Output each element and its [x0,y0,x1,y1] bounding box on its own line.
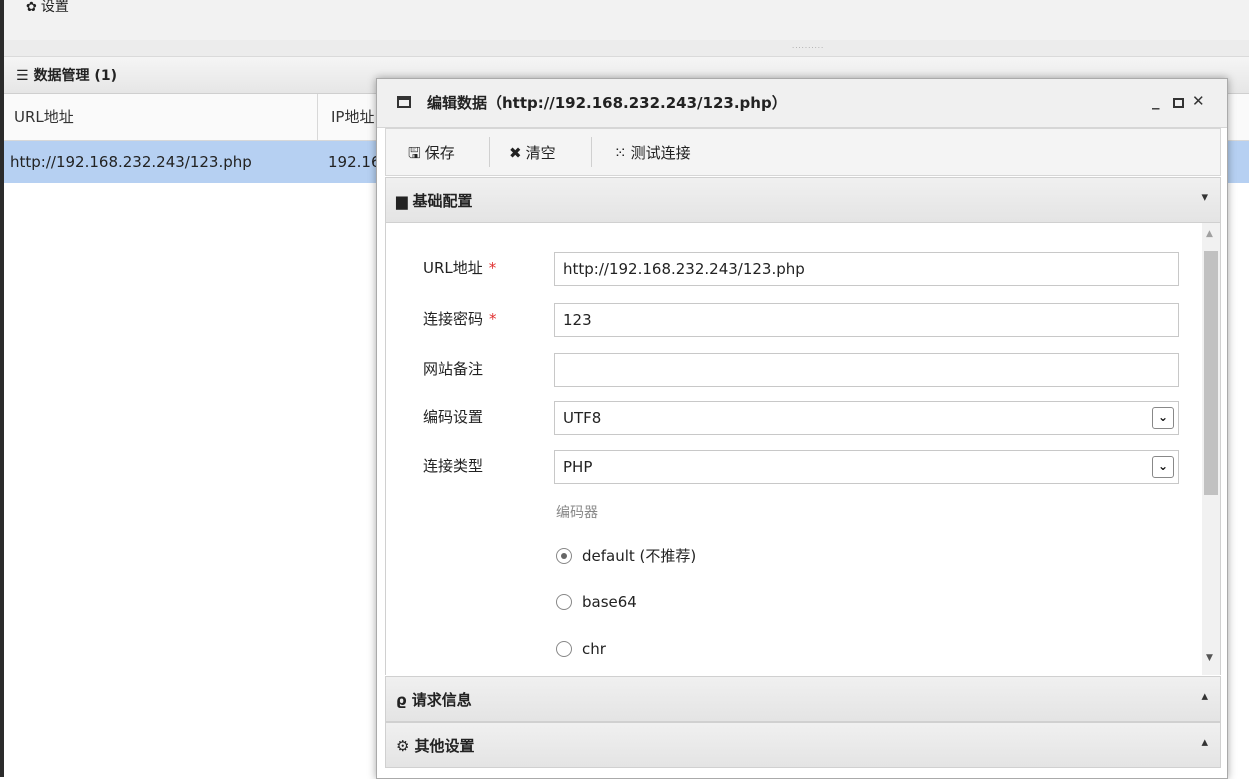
minimize-button[interactable]: _ [1152,92,1160,110]
section-basic-config[interactable]: ▆ 基础配置 ▾ [385,177,1221,223]
required-mark: * [488,259,497,277]
note-input[interactable] [554,353,1179,387]
chevron-down-icon[interactable]: ⌄ [1152,407,1174,429]
url-label: URL地址 * [423,259,497,277]
close-button[interactable]: ✕ [1192,92,1205,110]
close-icon: ✖ [509,144,522,162]
dialog-toolbar: 🖫 保存 ✖ 清空 ⁙ 测试连接 [385,128,1221,176]
url-input[interactable]: http://192.168.232.243/123.php [554,252,1179,286]
radio-selected-icon[interactable] [556,548,572,564]
scrollbar-thumb[interactable] [1204,251,1218,495]
radio-icon[interactable] [556,641,572,657]
clear-button[interactable]: ✖ 清空 [509,142,556,163]
chevron-up-icon[interactable]: ▴ [1201,689,1208,704]
splitter-grip-icon[interactable]: ·········· [792,44,824,52]
maximize-button[interactable] [1173,98,1184,108]
file-icon: ▆ [396,192,408,210]
toolbar-divider [489,137,490,167]
required-mark: * [489,310,497,328]
window-icon [397,96,411,108]
data-management-title: 数据管理 (1) [33,68,117,84]
dialog-title: 编辑数据（http://192.168.232.243/123.php） [427,94,787,112]
encoder-option-base64[interactable]: base64 [556,593,637,611]
encoder-option-chr[interactable]: chr [556,640,606,658]
section-other-settings[interactable]: ⚙ 其他设置 ▴ [385,722,1221,768]
encoding-label: 编码设置 [423,408,484,426]
section-request-info[interactable]: ϱ 请求信息 ▴ [385,676,1221,722]
note-label: 网站备注 [423,360,484,378]
connection-type-select[interactable]: PHP ⌄ [554,450,1179,484]
settings-title[interactable]: ✿ 设置 [26,0,69,16]
scroll-down-icon[interactable]: ▼ [1206,653,1213,663]
panel-splitter[interactable]: ·········· [4,40,1249,57]
type-value: PHP [563,458,593,476]
test-connection-button[interactable]: ⁙ 测试连接 [614,142,691,163]
scroll-up-icon[interactable]: ▲ [1206,229,1213,239]
settings-bar: ✿ 设置 [4,0,1249,41]
encoder-label: 编码器 [556,505,598,521]
password-input[interactable]: 123 [554,303,1179,337]
cell-url: http://192.168.232.243/123.php [10,153,252,171]
encoder-option-default[interactable]: default (不推荐) [556,545,696,566]
chevron-down-icon[interactable]: ⌄ [1152,456,1174,478]
radio-icon[interactable] [556,594,572,610]
form-scrollbar[interactable]: ▲ ▼ [1202,223,1220,675]
encoding-select[interactable]: UTF8 ⌄ [554,401,1179,435]
browser-icon: ϱ [396,691,407,709]
dialog-title-bar[interactable]: 编辑数据（http://192.168.232.243/123.php） _ ✕ [377,79,1227,128]
password-label: 连接密码 * [423,310,497,328]
save-button[interactable]: 🖫 保存 [408,142,455,168]
chevron-down-icon[interactable]: ▾ [1201,190,1208,205]
gear-icon: ✿ [26,0,37,15]
type-label: 连接类型 [423,457,484,475]
edit-data-dialog: 编辑数据（http://192.168.232.243/123.php） _ ✕… [376,78,1228,779]
chevron-up-icon[interactable]: ▴ [1201,735,1208,750]
cogs-icon: ⚙ [396,737,410,755]
list-icon: ☰ [16,68,29,84]
toolbar-divider [591,137,592,167]
encoding-value: UTF8 [563,409,602,427]
basic-config-form: URL地址 * http://192.168.232.243/123.php 连接… [385,223,1221,675]
save-icon: 🖫 [408,144,421,162]
column-header-url[interactable]: URL地址 [4,94,318,140]
spinner-icon: ⁙ [614,144,627,162]
